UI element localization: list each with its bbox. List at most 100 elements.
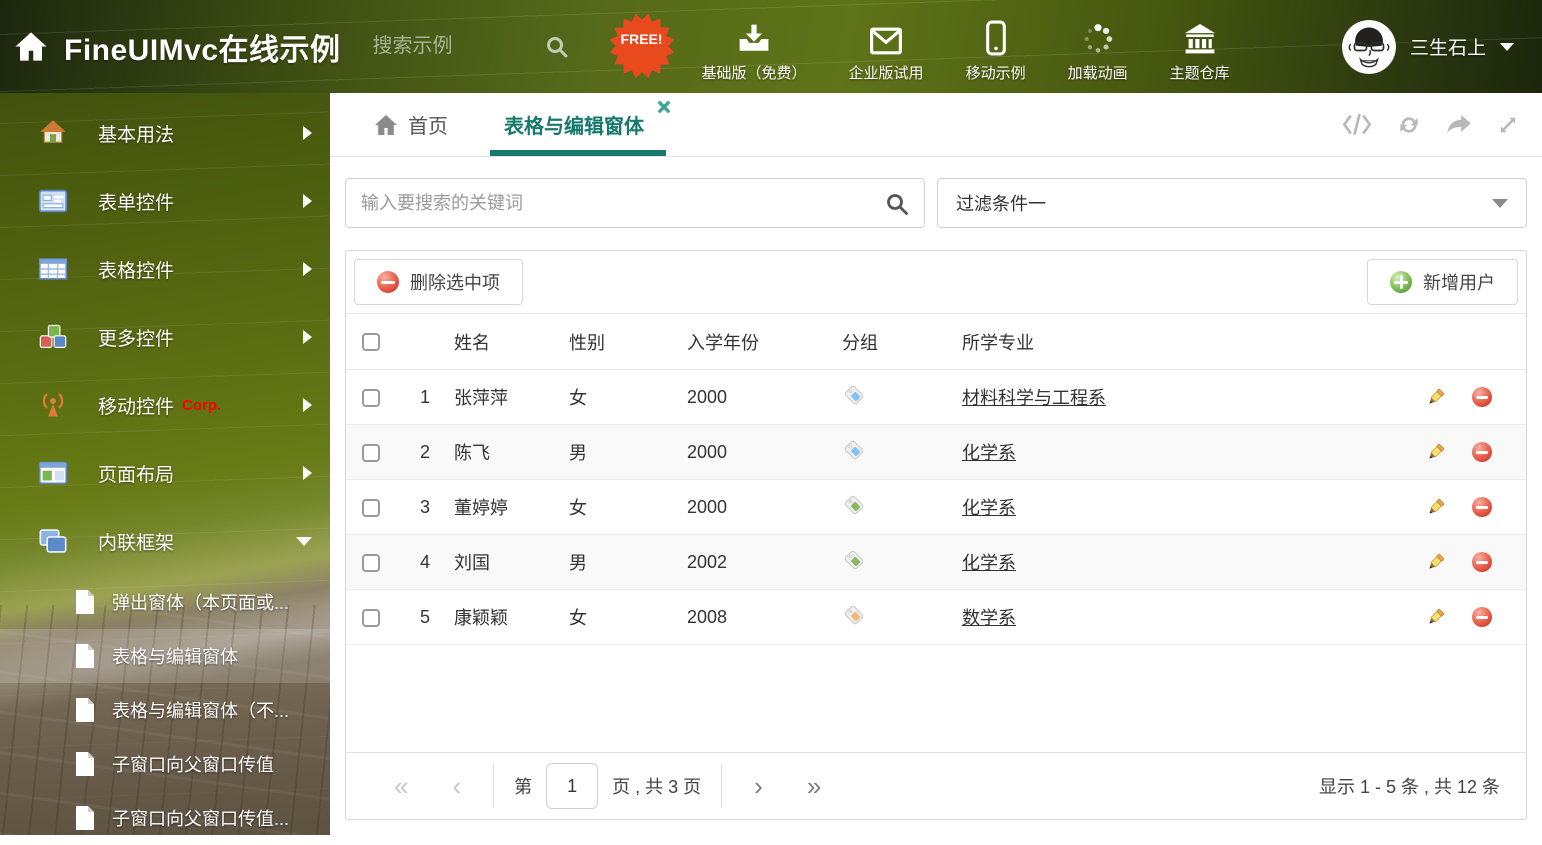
add-user-button[interactable]: 新增用户 [1367,259,1518,305]
envelope-icon [869,20,903,56]
source-code-icon[interactable] [1342,113,1372,136]
major-link[interactable]: 化学系 [962,498,1016,518]
tag-icon [842,493,866,517]
edit-icon[interactable] [1425,387,1446,408]
user-menu[interactable]: 三生石上 [1342,20,1542,74]
row-checkbox[interactable] [362,554,380,572]
nav-item-loading-animation[interactable]: 加载动画 [1047,10,1149,83]
column-header-gender[interactable]: 性别 [569,329,687,355]
major-link[interactable]: 材料科学与工程系 [962,388,1106,408]
table-row: 4 刘国 男 2002 化学系 [346,535,1526,590]
minus-circle-icon [377,271,399,293]
tab-home[interactable]: 首页 [360,93,462,156]
table-icon [38,254,68,284]
home-icon [374,114,398,136]
column-header-name[interactable]: 姓名 [454,329,569,355]
delete-icon[interactable] [1472,552,1492,572]
edit-icon[interactable] [1425,497,1446,518]
edit-icon[interactable] [1425,552,1446,573]
sidebar-menu: 基本用法 表单控件 表格控件 更多控件 [0,93,330,575]
free-badge-label: FREE! [609,31,675,47]
app-title: FineUIMvc在线示例 [64,25,341,69]
table-header: 姓名 性别 入学年份 分组 所学专业 [346,313,1526,370]
page-prefix-label: 第 [504,773,542,799]
submenu-item-label: 弹出窗体（本页面或... [112,589,289,615]
submenu-item-label: 子窗口向父窗口传值... [112,805,289,831]
submenu-item-label: 子窗口向父窗口传值 [112,751,274,777]
major-link[interactable]: 数学系 [962,608,1016,628]
antenna-icon [38,390,68,420]
corp-badge: Corp. [182,397,221,414]
table-row: 2 陈飞 男 2000 化学系 [346,425,1526,480]
row-checkbox[interactable] [362,499,380,517]
sidebar-item-inline-frame[interactable]: 内联框架 [0,507,330,575]
home-icon [38,118,68,148]
submenu-item-grid-edit-window-2[interactable]: 表格与编辑窗体（不... [0,683,330,737]
submenu-item-popup-window[interactable]: 弹出窗体（本页面或... [0,575,330,629]
tab-grid-edit-window[interactable]: 表格与编辑窗体 [490,93,672,156]
sidebar-item-more-controls[interactable]: 更多控件 [0,303,330,371]
cell-gender: 男 [569,439,687,465]
chevron-right-icon [303,466,312,480]
nav-item-theme-repo[interactable]: 主题仓库 [1149,10,1251,83]
chevron-right-icon [303,126,312,140]
home-icon[interactable] [14,31,48,62]
column-header-major[interactable]: 所学专业 [962,329,1408,355]
brand: FineUIMvc在线示例 [0,25,341,69]
major-link[interactable]: 化学系 [962,553,1016,573]
pagination-bar: « ‹ 第 页 , 共 3 页 › » 显示 1 - 5 条 , 共 12 条 [346,752,1526,819]
delete-icon[interactable] [1472,497,1492,517]
sidebar-item-label: 表单控件 [98,188,174,215]
delete-icon[interactable] [1472,607,1492,627]
edit-icon[interactable] [1425,442,1446,463]
row-checkbox[interactable] [362,444,380,462]
nav-item-mobile-demo[interactable]: 移动示例 [945,10,1047,83]
expand-icon[interactable] [1496,113,1520,137]
share-icon[interactable] [1446,114,1472,136]
delete-icon[interactable] [1472,387,1492,407]
divider [493,764,494,808]
grid-panel: 删除选中项 新增用户 姓名 性别 入学年份 分组 所学专业 1 张萍萍 女 20 [345,250,1527,820]
column-header-year[interactable]: 入学年份 [687,329,842,355]
submenu-item-grid-edit-window[interactable]: 表格与编辑窗体 [0,629,330,683]
sidebar-item-form-controls[interactable]: 表单控件 [0,167,330,235]
delete-icon[interactable] [1472,442,1492,462]
prev-page-button[interactable]: ‹ [430,773,483,799]
table-row: 3 董婷婷 女 2000 化学系 [346,480,1526,535]
select-all-checkbox[interactable] [362,333,380,351]
cell-name: 陈飞 [454,439,569,465]
tab-label: 表格与编辑窗体 [504,110,644,139]
sidebar-item-page-layout[interactable]: 页面布局 [0,439,330,507]
column-header-group[interactable]: 分组 [842,329,962,355]
delete-selected-button[interactable]: 删除选中项 [354,259,523,305]
major-link[interactable]: 化学系 [962,443,1016,463]
submenu-item-child-to-parent-2[interactable]: 子窗口向父窗口传值... [0,791,330,845]
keyword-search-input[interactable] [346,179,924,227]
row-number: 5 [396,607,454,628]
chevron-down-icon [1500,43,1514,51]
sidebar-item-mobile-controls[interactable]: 移动控件 Corp. [0,371,330,439]
tab-label: 首页 [408,110,448,139]
first-page-button[interactable]: « [372,773,430,799]
submenu-item-child-to-parent[interactable]: 子窗口向父窗口传值 [0,737,330,791]
nav-item-enterprise-trial[interactable]: 企业版试用 [828,10,945,83]
search-icon[interactable] [885,192,909,221]
row-checkbox[interactable] [362,609,380,627]
filter-dropdown[interactable]: 过滤条件一 [937,178,1527,228]
row-checkbox[interactable] [362,389,380,407]
refresh-icon[interactable] [1396,112,1422,138]
page-number-input[interactable] [546,763,598,809]
table-body: 1 张萍萍 女 2000 材料科学与工程系 2 陈飞 男 2000 化学系 [346,370,1526,645]
tag-icon [842,548,866,572]
record-count-summary: 显示 1 - 5 条 , 共 12 条 [1319,773,1500,799]
next-page-button[interactable]: › [732,773,785,799]
nav-item-basic-edition[interactable]: 基础版（免费） [681,10,828,83]
last-page-button[interactable]: » [785,773,843,799]
sidebar-item-grid-controls[interactable]: 表格控件 [0,235,330,303]
close-icon[interactable] [658,101,670,113]
edit-icon[interactable] [1425,607,1446,628]
sidebar-item-basic-usage[interactable]: 基本用法 [0,99,330,167]
nav-label: 主题仓库 [1170,62,1230,83]
search-icon[interactable] [545,35,569,59]
header-search-input[interactable] [373,35,523,58]
